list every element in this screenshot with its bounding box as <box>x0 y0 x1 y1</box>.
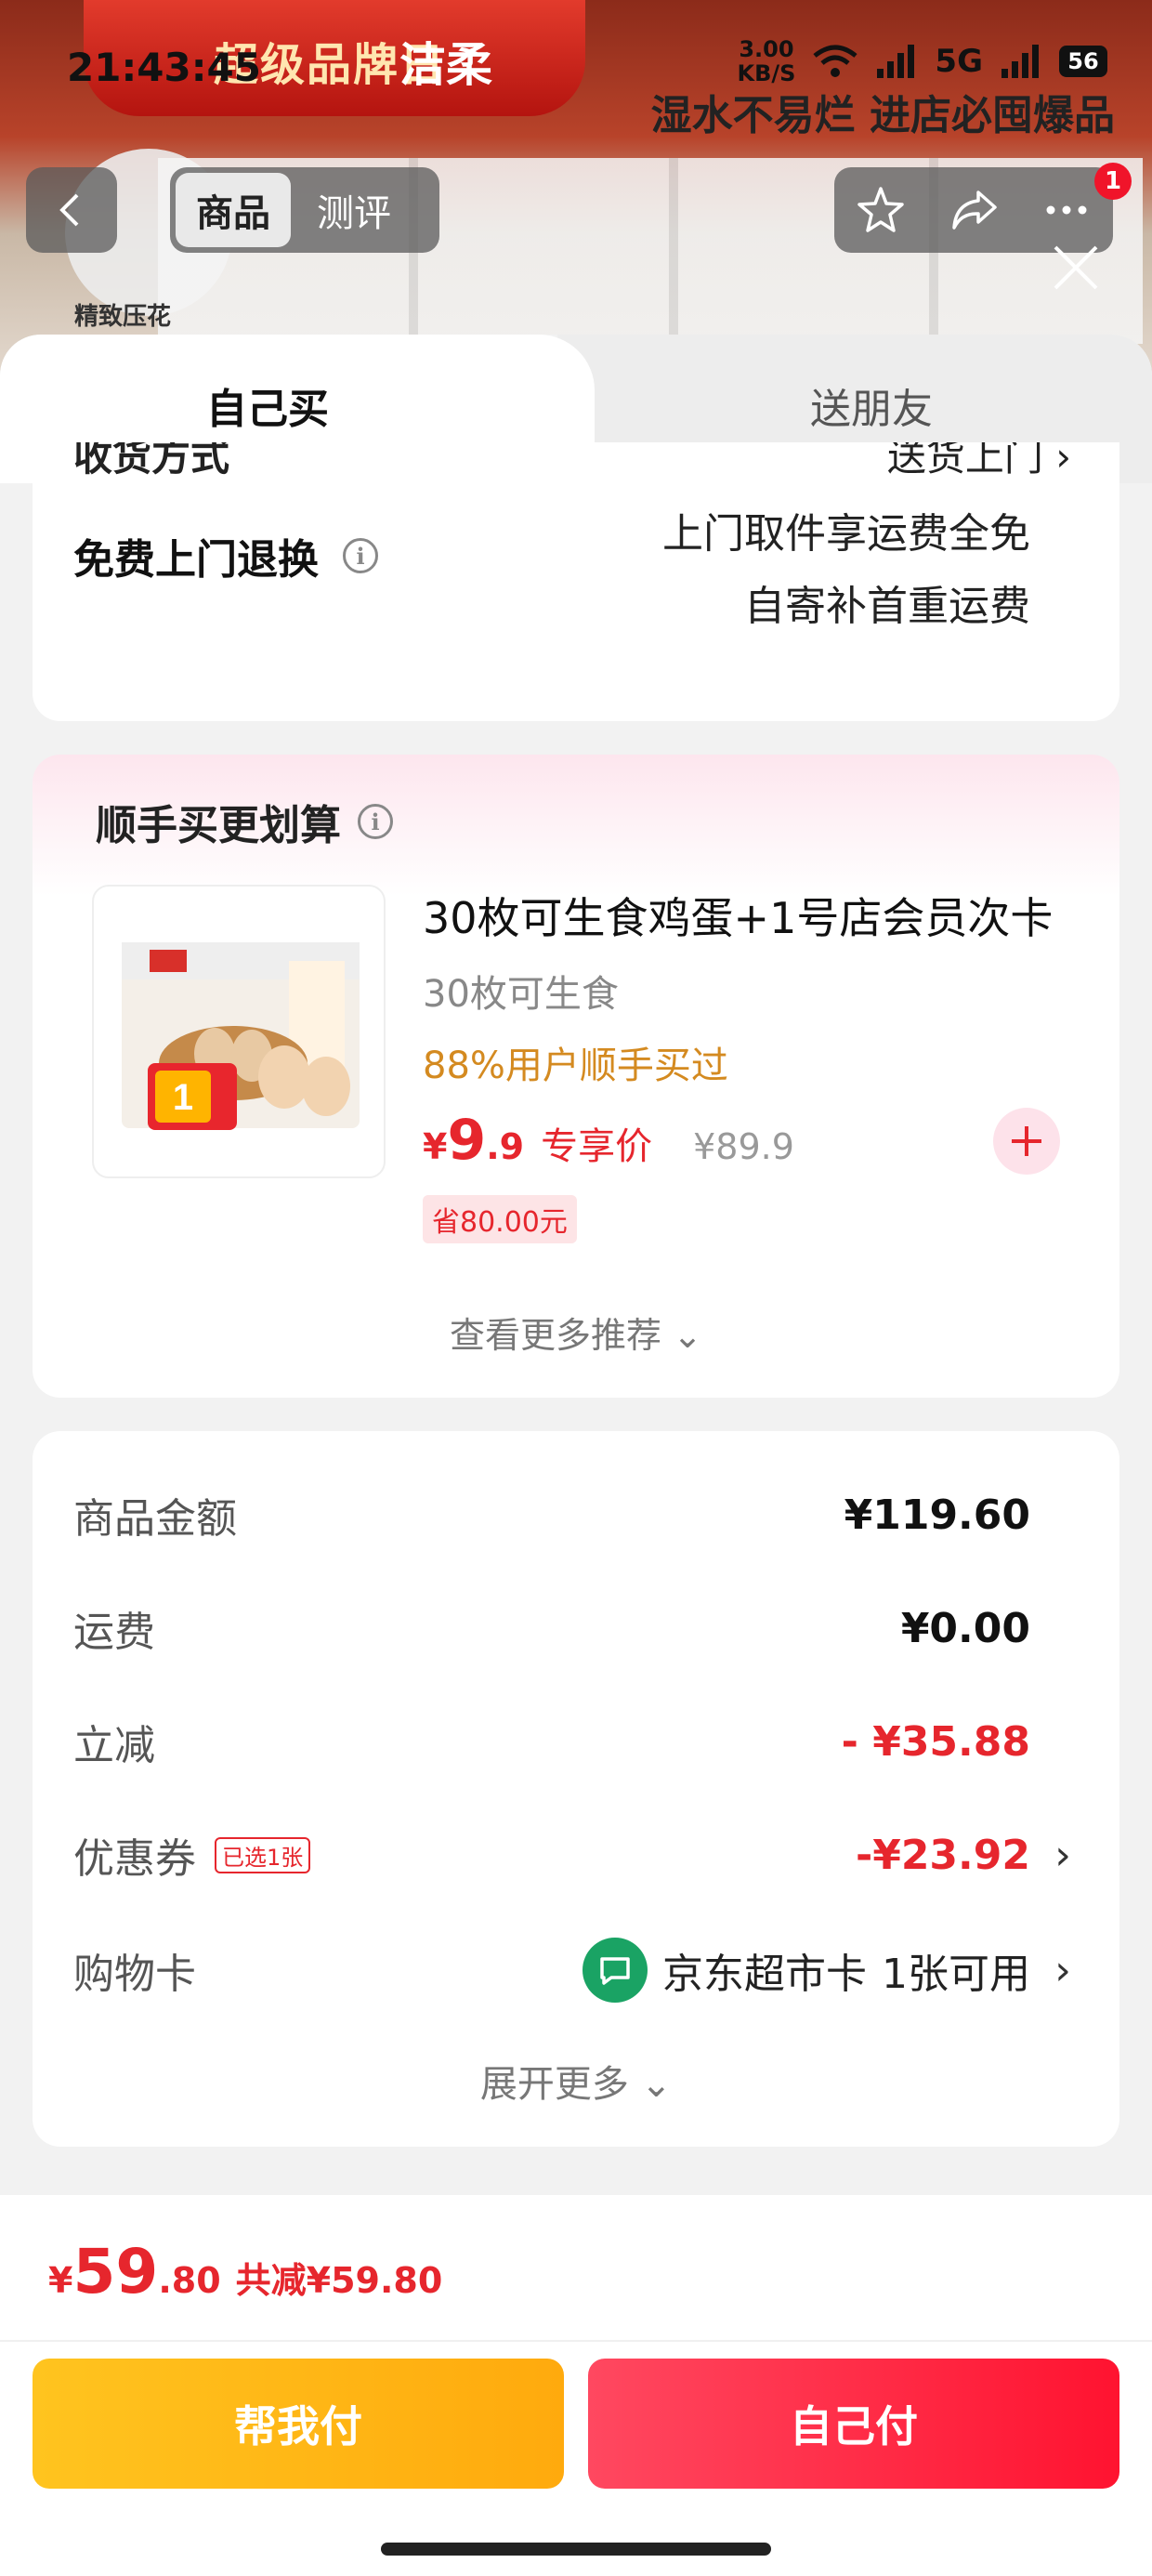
brand-name: 洁柔 <box>399 38 492 92</box>
summary-row-subtotal: 商品金额 ¥119.60 <box>73 1491 1030 1544</box>
pay-myself-button[interactable]: 自己付 <box>588 2359 1119 2489</box>
ask-friend-pay-button[interactable]: 帮我付 <box>33 2359 564 2489</box>
shipping-method-value[interactable]: 送货上门 › <box>887 442 1071 482</box>
add-to-order-button[interactable] <box>993 1108 1060 1175</box>
summary-row-gift-card[interactable]: 购物卡 京东超市卡 1张可用 › <box>73 1938 1079 2003</box>
signal-icon-2 <box>1001 45 1039 78</box>
back-button[interactable] <box>26 167 117 253</box>
return-policy-card: 收货方式 送货上门 › 免费上门退换 i 上门取件享运费全免 自寄补首重运费 <box>33 442 1119 721</box>
tab-product[interactable]: 商品 <box>176 173 291 247</box>
notification-badge: 1 <box>1094 163 1132 200</box>
subtotal-value: ¥119.60 <box>844 1491 1030 1539</box>
gift-card-availability: 1张可用 <box>882 1951 1030 1998</box>
wifi-icon <box>813 45 858 77</box>
instant-discount-value: - ¥35.88 <box>841 1717 1030 1766</box>
chevron-right-icon: › <box>1054 1831 1071 1879</box>
total-price: ¥ 59 .80 共减¥59.80 <box>48 2236 443 2307</box>
signal-icon <box>877 45 915 78</box>
original-price: ¥89.9 <box>693 1126 794 1167</box>
free-return-label: 免费上门退换 i <box>73 526 378 585</box>
coupon-selected-tag: 已选1张 <box>215 1836 311 1873</box>
chevron-right-icon: › <box>1054 1946 1071 1994</box>
tab-buy-for-self[interactable]: 自己买 <box>206 375 329 435</box>
savings-badge: 省80.00元 <box>423 1195 577 1243</box>
coupon-value: -¥23.92 <box>855 1831 1030 1879</box>
home-indicator[interactable] <box>381 2543 771 2556</box>
info-icon[interactable]: i <box>358 804 393 839</box>
product-tag: 精致压花 <box>74 303 172 331</box>
summary-row-shipping: 运费 ¥0.00 <box>73 1604 1030 1657</box>
return-self-send-text: 自寄补首重运费 <box>744 583 1030 630</box>
summary-row-discount: 立减 - ¥35.88 <box>73 1717 1030 1770</box>
divider <box>0 2340 1152 2342</box>
shipping-method-label: 收货方式 <box>73 442 230 480</box>
product-name[interactable]: 30枚可生食鸡蛋+1号店会员次卡 <box>423 885 1073 946</box>
checkout-bar: ¥ 59 .80 共减¥59.80 帮我付 自己付 <box>0 2195 1152 2576</box>
star-icon[interactable] <box>854 183 908 237</box>
product-subtitle: 30枚可生食 <box>423 973 619 1016</box>
network-speed: 3.00 KB/S <box>737 36 796 86</box>
more-icon[interactable] <box>1040 183 1093 237</box>
plus-icon <box>1012 1126 1041 1156</box>
more-recommendations-link[interactable]: 查看更多推荐 ⌄ <box>33 1307 1119 1358</box>
jd-card-icon <box>583 1938 648 2003</box>
return-pickup-text: 上门取件享运费全免 <box>662 510 1030 558</box>
product-image[interactable]: 1 <box>92 885 386 1178</box>
product-social-proof: 88%用户顺手买过 <box>423 1045 728 1087</box>
egg-box-image: 1 <box>122 942 360 1130</box>
close-icon[interactable] <box>1048 240 1104 296</box>
info-icon[interactable]: i <box>343 538 378 573</box>
share-icon[interactable] <box>947 183 1001 237</box>
recommendation-title: 顺手买更划算 i <box>96 792 393 851</box>
product-price: ¥ 9 .9 专享价 ¥89.9 <box>423 1108 794 1173</box>
page-tabs: 商品 测评 <box>170 167 439 253</box>
svg-text:1: 1 <box>173 1077 193 1118</box>
summary-row-coupon[interactable]: 优惠券 已选1张 -¥23.92 › <box>73 1822 1079 1887</box>
tab-review[interactable]: 测评 <box>296 173 412 247</box>
promo-slogan: 湿水不易烂 进店必囤爆品 <box>650 92 1115 139</box>
total-savings: 共减¥59.80 <box>235 2260 443 2301</box>
status-time: 21:43:45 <box>67 45 261 90</box>
expand-more-link[interactable]: 展开更多 ⌄ <box>33 2054 1119 2108</box>
network-type: 5G <box>935 43 983 80</box>
gift-card-selector[interactable]: 京东超市卡 1张可用 <box>583 1938 1030 2003</box>
shipping-fee-value: ¥0.00 <box>900 1604 1030 1652</box>
chevron-left-icon <box>59 193 79 227</box>
status-indicators: 3.00 KB/S 5G 56 <box>737 37 1107 85</box>
tab-gift-to-friend[interactable]: 送朋友 <box>810 375 933 435</box>
gift-card-name: 京东超市卡 <box>662 1951 867 1998</box>
price-summary-card: 商品金额 ¥119.60 运费 ¥0.00 立减 - ¥35.88 优惠券 已选… <box>33 1431 1119 2147</box>
battery-icon: 56 <box>1059 46 1107 77</box>
recommendation-card: 顺手买更划算 i 1 30枚可生食鸡蛋+1号店会员次卡 30枚可生食 88%用户… <box>33 755 1119 1398</box>
exclusive-price-label: 专享价 <box>541 1125 653 1168</box>
